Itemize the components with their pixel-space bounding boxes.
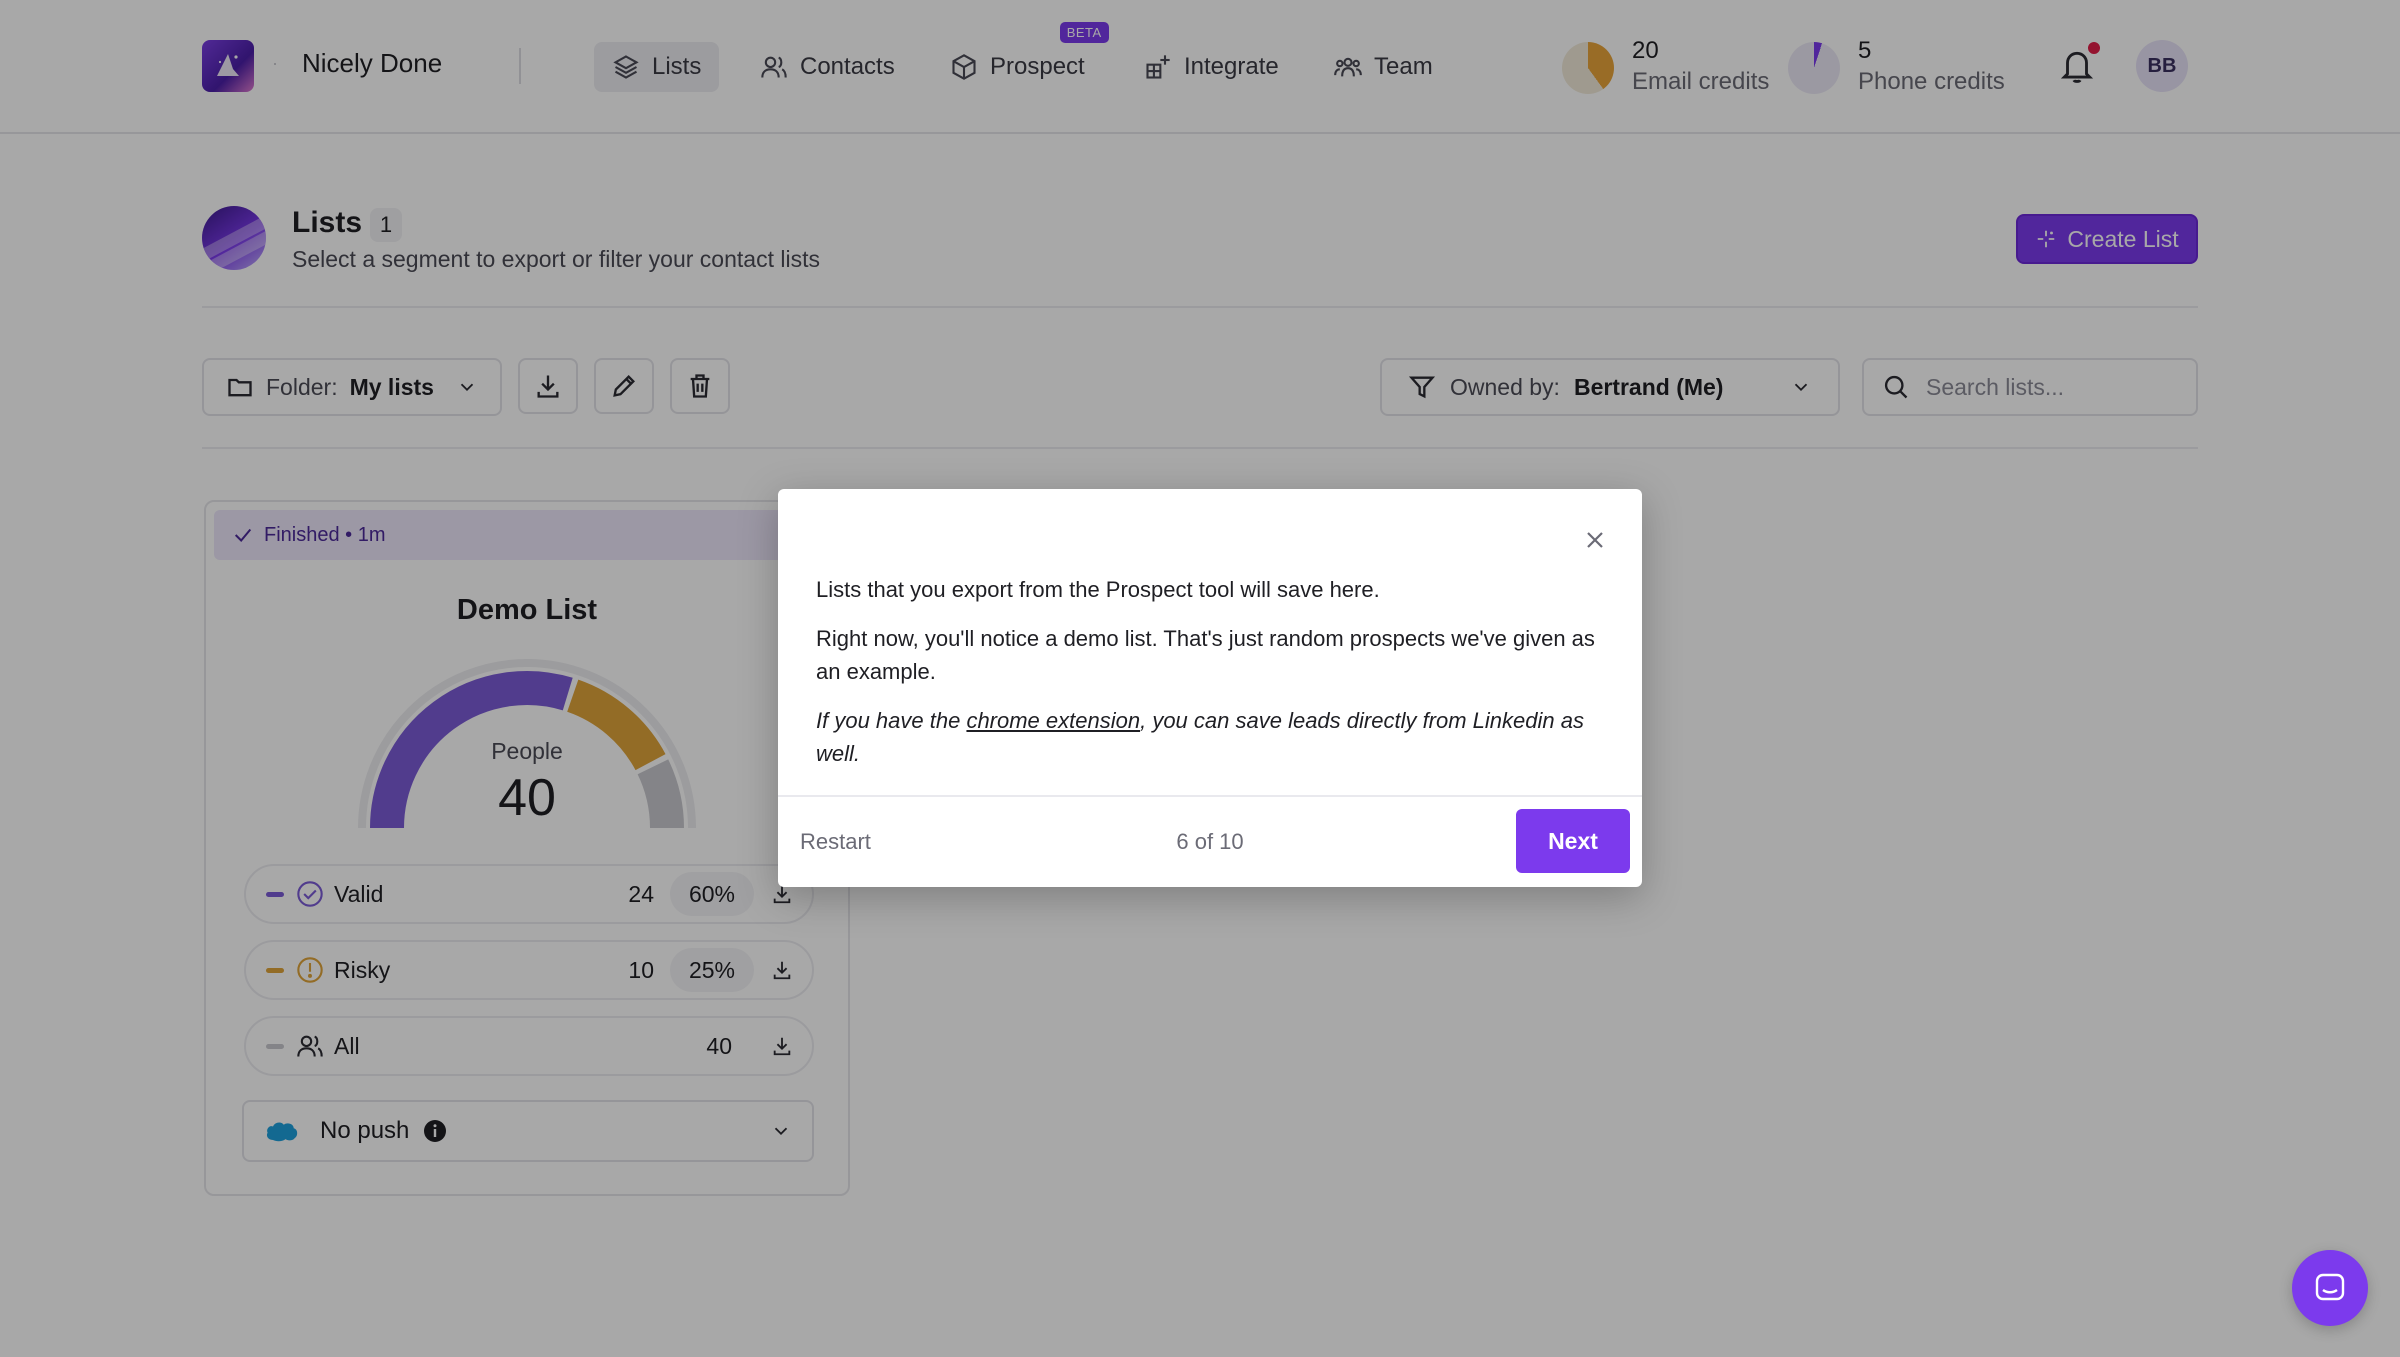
close-icon: [1587, 532, 1603, 548]
onboarding-tour-modal: Lists that you export from the Prospect …: [778, 489, 1642, 887]
restart-tour-button[interactable]: Restart: [800, 829, 871, 855]
tour-text: If you have the: [816, 708, 967, 733]
modal-footer-divider: [778, 795, 1642, 797]
next-step-button[interactable]: Next: [1516, 809, 1630, 873]
tour-paragraph: Right now, you'll notice a demo list. Th…: [816, 626, 1595, 684]
support-chat-button[interactable]: [2292, 1250, 2368, 1326]
tour-paragraph-italic: If you have the chrome extension, you ca…: [816, 704, 1606, 770]
close-modal-button[interactable]: [1580, 525, 1610, 555]
tour-paragraph: Lists that you export from the Prospect …: [816, 577, 1380, 602]
chrome-extension-link[interactable]: chrome extension: [966, 708, 1140, 733]
chat-icon: [2315, 1273, 2345, 1301]
tour-step-content: Lists that you export from the Prospect …: [816, 573, 1606, 786]
tour-step-counter: 6 of 10: [1176, 829, 1244, 854]
